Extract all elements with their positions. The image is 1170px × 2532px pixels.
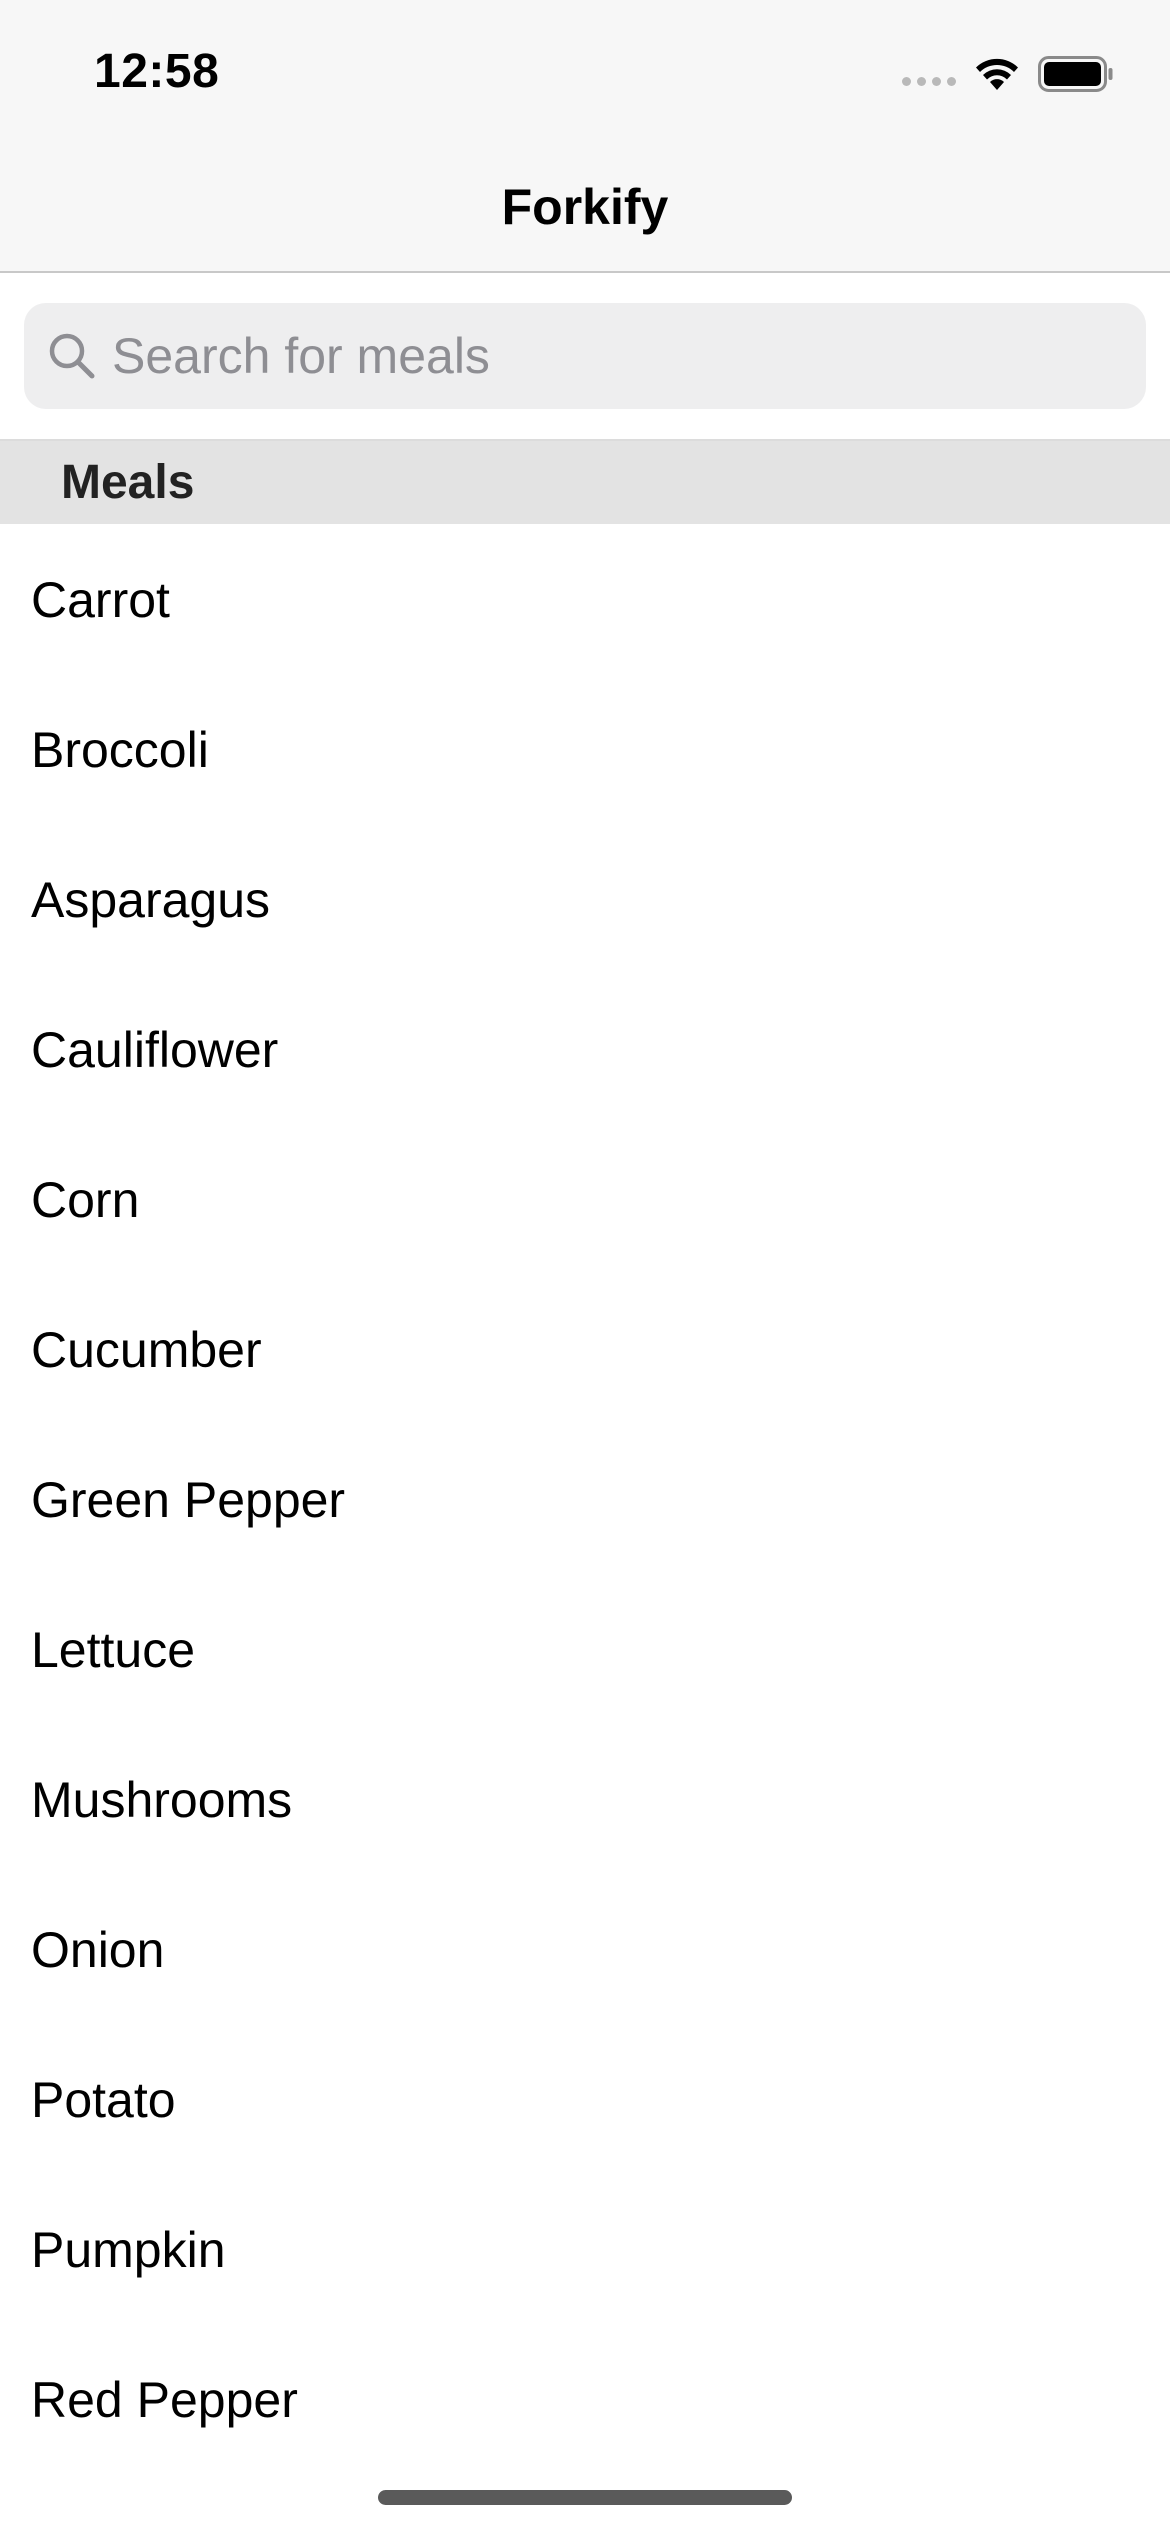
- list-item-label: Onion: [31, 1922, 165, 1978]
- list-item-label: Mushrooms: [31, 1772, 293, 1828]
- list-item-label: Lettuce: [31, 1622, 196, 1678]
- list-item[interactable]: Mushrooms: [0, 1724, 1170, 1874]
- cellular-signal-icon: [902, 76, 956, 86]
- list-item[interactable]: Onion: [0, 1874, 1170, 2024]
- list-item[interactable]: Pumpkin: [0, 2174, 1170, 2324]
- search-bar[interactable]: [24, 303, 1146, 409]
- search-input[interactable]: [112, 303, 1112, 409]
- search-icon: [49, 333, 95, 379]
- list-item-label: Green Pepper: [31, 1472, 346, 1528]
- list-item[interactable]: Green Pepper: [0, 1424, 1170, 1574]
- search-area: [0, 273, 1170, 439]
- navigation-bar: Forkify: [0, 140, 1170, 273]
- list-item[interactable]: Carrot: [0, 524, 1170, 674]
- status-bar: 12:58: [0, 0, 1170, 140]
- meal-list: Carrot Broccoli Asparagus Cauliflower Co…: [0, 524, 1170, 2474]
- list-item[interactable]: Cauliflower: [0, 974, 1170, 1124]
- list-item[interactable]: Cucumber: [0, 1274, 1170, 1424]
- list-item-label: Red Pepper: [31, 2372, 298, 2428]
- home-indicator[interactable]: [378, 2490, 792, 2505]
- list-item[interactable]: Broccoli: [0, 674, 1170, 824]
- page-title: Forkify: [501, 179, 669, 235]
- list-item[interactable]: Red Pepper: [0, 2324, 1170, 2474]
- list-item[interactable]: Corn: [0, 1124, 1170, 1274]
- list-item[interactable]: Lettuce: [0, 1574, 1170, 1724]
- list-item-label: Cauliflower: [31, 1022, 279, 1078]
- list-item-label: Cucumber: [31, 1322, 262, 1378]
- status-icons: [902, 54, 1114, 94]
- list-item-label: Asparagus: [31, 872, 271, 928]
- list-item-label: Corn: [31, 1172, 140, 1228]
- section-title: Meals: [61, 456, 195, 509]
- list-item-label: Potato: [31, 2072, 176, 2128]
- battery-icon: [1038, 56, 1113, 92]
- list-item-label: Carrot: [31, 572, 170, 628]
- wifi-icon: [976, 58, 1018, 90]
- list-item[interactable]: Potato: [0, 2024, 1170, 2174]
- status-time: 12:58: [94, 45, 220, 98]
- section-header: Meals: [0, 439, 1170, 524]
- list-item[interactable]: Asparagus: [0, 824, 1170, 974]
- list-item-label: Pumpkin: [31, 2222, 226, 2278]
- list-item-label: Broccoli: [31, 722, 209, 778]
